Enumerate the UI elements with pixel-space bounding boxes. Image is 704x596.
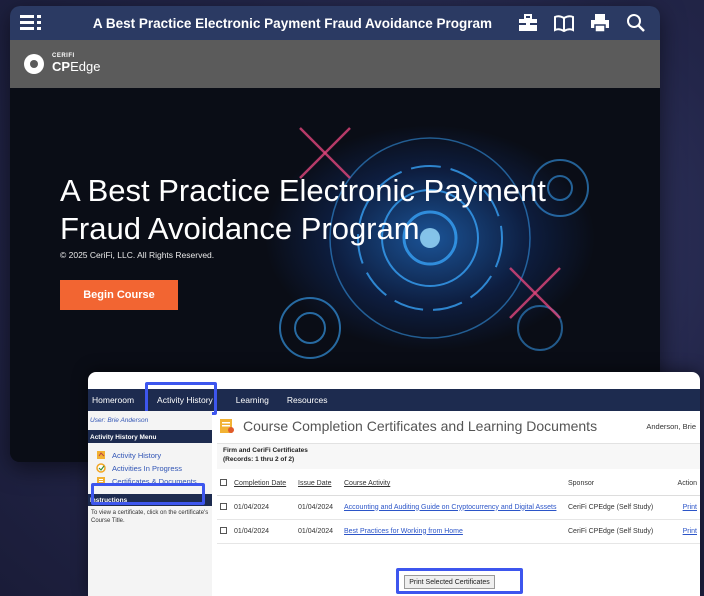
sponsor: CeriFi CPEdge (Self Study) xyxy=(565,519,661,544)
column-course-activity[interactable]: Course Activity xyxy=(341,473,565,496)
course-activity-link[interactable]: Accounting and Auditing Guide on Cryptoc… xyxy=(344,504,556,511)
sponsor: CeriFi CPEdge (Self Study) xyxy=(565,495,661,520)
menu-item-activity-history[interactable]: Activity History xyxy=(88,447,212,460)
lms-certificates-window: Homeroom Activity History Learning Resou… xyxy=(88,372,700,596)
records-count: (Records: 1 thru 2 of 2) xyxy=(223,456,295,463)
activity-history-sidebar: User: Brie Anderson Activity History Men… xyxy=(88,411,212,596)
print-link[interactable]: Print xyxy=(683,528,697,535)
menu-item-certificates-documents[interactable]: Certificates & Documents xyxy=(88,473,212,486)
menu-heading: Activity History Menu xyxy=(88,430,212,443)
table-header-row: Completion Date Issue Date Course Activi… xyxy=(217,473,700,496)
completion-date: 01/04/2024 xyxy=(231,519,295,544)
row-checkbox[interactable] xyxy=(220,502,227,510)
certificates-section-header: Firm and CeriFi Certificates (Records: 1… xyxy=(217,443,700,469)
section-title: Firm and CeriFi Certificates xyxy=(223,447,308,454)
page-title: Course Completion Certificates and Learn… xyxy=(243,418,598,434)
course-activity-link[interactable]: Best Practices for Working from Home xyxy=(344,528,463,535)
cpedge-logo-icon xyxy=(24,54,44,74)
issue-date: 01/04/2024 xyxy=(295,519,341,544)
column-action: Action xyxy=(661,473,700,496)
history-icon xyxy=(97,451,105,459)
menu-item-activities-in-progress[interactable]: Activities In Progress xyxy=(88,460,212,473)
issue-date: 01/04/2024 xyxy=(295,495,341,520)
print-icon[interactable] xyxy=(586,12,614,34)
instructions-text: To view a certificate, click on the cert… xyxy=(91,510,209,524)
player-toolbar: A Best Practice Electronic Payment Fraud… xyxy=(10,6,660,40)
certificate-page-icon xyxy=(220,419,234,433)
instructions-heading: Instructions xyxy=(88,494,212,506)
print-selected-certificates-button[interactable]: Print Selected Certificates xyxy=(404,575,495,589)
cpedge-logo: CERIFI CPEdge xyxy=(52,53,101,74)
table-row: 01/04/2024 01/04/2024 Best Practices for… xyxy=(217,519,700,544)
nav-resources[interactable]: Resources xyxy=(278,389,337,411)
hero-course-title: A Best Practice Electronic Payment Fraud… xyxy=(60,173,546,246)
select-all-checkbox[interactable] xyxy=(220,479,227,487)
progress-check-icon xyxy=(96,463,106,473)
row-checkbox[interactable] xyxy=(220,526,227,534)
copyright-text: © 2025 CeriFi, LLC. All Rights Reserved. xyxy=(60,250,215,260)
certificates-main: Course Completion Certificates and Learn… xyxy=(217,411,700,596)
completion-date: 01/04/2024 xyxy=(231,495,295,520)
user-name: Anderson, Brie xyxy=(646,421,696,431)
book-icon[interactable] xyxy=(550,12,578,34)
table-row: 01/04/2024 01/04/2024 Accounting and Aud… xyxy=(217,495,700,520)
nav-homeroom[interactable]: Homeroom xyxy=(88,389,143,411)
nav-learning[interactable]: Learning xyxy=(227,389,278,411)
column-sponsor: Sponsor xyxy=(565,473,661,496)
certificates-table: Completion Date Issue Date Course Activi… xyxy=(217,473,700,544)
menu-icon[interactable] xyxy=(20,14,42,32)
toolbox-icon[interactable] xyxy=(514,12,542,34)
security-target-artwork xyxy=(279,127,589,359)
brand-bar: CERIFI CPEdge xyxy=(10,40,660,88)
nav-activity-history[interactable]: Activity History xyxy=(143,389,227,411)
begin-course-button[interactable]: Begin Course xyxy=(60,280,178,310)
search-icon[interactable] xyxy=(622,12,650,34)
lms-nav-bar: Homeroom Activity History Learning Resou… xyxy=(88,389,700,411)
course-title: A Best Practice Electronic Payment Fraud… xyxy=(92,15,492,31)
column-issue-date[interactable]: Issue Date xyxy=(295,473,341,496)
print-link[interactable]: Print xyxy=(683,504,697,511)
certificate-icon xyxy=(97,477,105,485)
user-line: User: Brie Anderson xyxy=(90,417,149,424)
column-completion-date[interactable]: Completion Date xyxy=(231,473,295,496)
